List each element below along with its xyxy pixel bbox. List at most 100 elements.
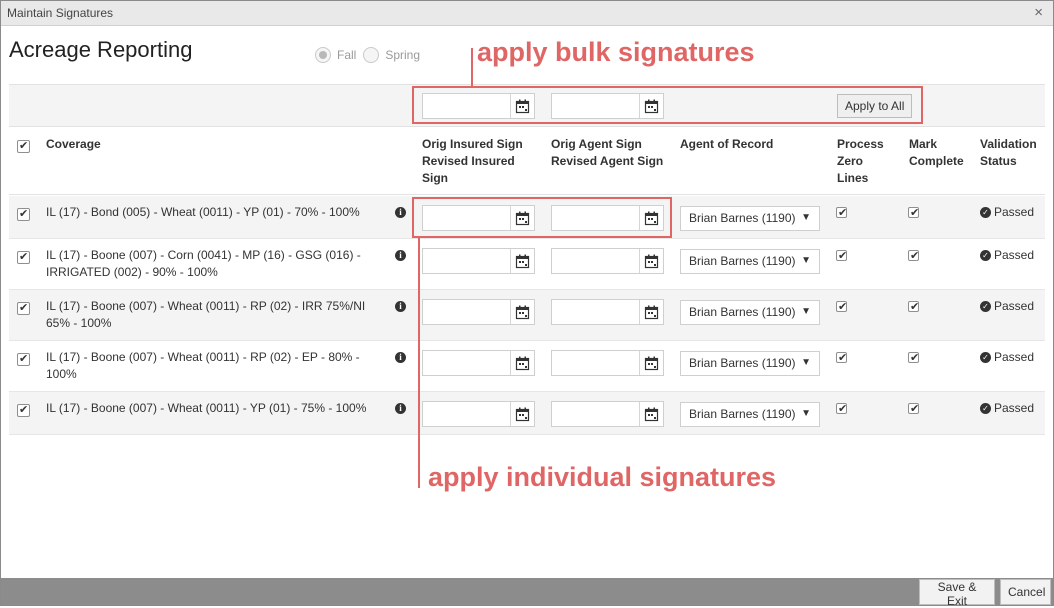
table-row: IL (17) - Boone (007) - Wheat (0011) - R… bbox=[9, 290, 1045, 341]
spring-radio-label: Spring bbox=[385, 48, 421, 62]
mark-complete-checkbox[interactable] bbox=[908, 402, 919, 415]
calendar-icon[interactable] bbox=[639, 249, 663, 273]
chevron-down-icon: ▼ bbox=[801, 306, 811, 317]
individual-annotation-box bbox=[412, 197, 672, 238]
validation-status-text: Passed bbox=[994, 299, 1035, 313]
validation-status: ✓ Passed bbox=[980, 205, 1034, 219]
cancel-button[interactable]: Cancel bbox=[1000, 579, 1051, 605]
chevron-down-icon: ▼ bbox=[801, 255, 811, 266]
agent-sign-date-field[interactable] bbox=[551, 401, 664, 427]
agent-of-record-select[interactable]: Brian Barnes (1190) ▼ bbox=[680, 249, 820, 274]
agent-of-record-select[interactable]: Brian Barnes (1190) ▼ bbox=[680, 206, 820, 231]
select-all-checkbox[interactable] bbox=[17, 139, 30, 153]
process-zero-lines-checkbox[interactable] bbox=[836, 300, 847, 313]
mark-complete-header-line: Mark bbox=[909, 137, 938, 151]
close-icon[interactable]: × bbox=[1034, 5, 1043, 20]
mark-complete-checkbox[interactable] bbox=[908, 300, 919, 313]
insured-sign-date-field[interactable] bbox=[422, 350, 535, 376]
insured-sign-header-line: Revised Insured bbox=[422, 154, 515, 168]
info-icon[interactable]: i bbox=[395, 207, 406, 218]
coverage-cell: IL (17) - Boone (007) - Wheat (0011) - Y… bbox=[46, 400, 371, 417]
insured-sign-date-field[interactable] bbox=[422, 401, 535, 427]
check-circle-icon: ✓ bbox=[980, 351, 991, 363]
info-icon[interactable]: i bbox=[395, 301, 406, 312]
calendar-icon[interactable] bbox=[510, 249, 534, 273]
process-zero-header-line: Zero bbox=[837, 154, 864, 168]
insured-sign-date-field[interactable] bbox=[422, 248, 535, 274]
coverage-text-line: IL (17) - Boone (007) - Wheat (0011) - Y… bbox=[46, 401, 367, 415]
info-icon[interactable]: i bbox=[395, 403, 406, 414]
insured-sign-header-line: Orig Insured Sign bbox=[422, 137, 523, 151]
agent-sign-column-header: Orig Agent Sign Revised Agent Sign bbox=[551, 136, 663, 170]
coverage-text-line: IL (17) - Bond (005) - Wheat (0011) - YP… bbox=[46, 205, 360, 219]
coverage-text-line: IL (17) - Boone (007) - Wheat (0011) - R… bbox=[46, 299, 366, 313]
validation-status: ✓ Passed bbox=[980, 350, 1034, 364]
calendar-icon[interactable] bbox=[510, 402, 534, 426]
coverage-cell: IL (17) - Boone (007) - Wheat (0011) - R… bbox=[46, 298, 371, 332]
row-select-checkbox[interactable] bbox=[17, 352, 30, 366]
agent-sign-date-field[interactable] bbox=[551, 350, 664, 376]
mark-complete-checkbox[interactable] bbox=[908, 249, 919, 262]
agent-of-record-select[interactable]: Brian Barnes (1190) ▼ bbox=[680, 402, 820, 427]
validation-status-text: Passed bbox=[994, 205, 1035, 219]
coverage-cell: IL (17) - Boone (007) - Corn (0041) - MP… bbox=[46, 247, 371, 281]
mark-complete-header-line: Complete bbox=[909, 154, 964, 168]
agent-sign-date-field[interactable] bbox=[551, 299, 664, 325]
insured-sign-date-input[interactable] bbox=[423, 351, 511, 375]
agent-of-record-select[interactable]: Brian Barnes (1190) ▼ bbox=[680, 351, 820, 376]
agent-sign-date-input[interactable] bbox=[552, 351, 640, 375]
process-zero-header-line: Process bbox=[837, 137, 884, 151]
insured-sign-header-line: Sign bbox=[422, 171, 448, 185]
info-icon[interactable]: i bbox=[395, 352, 406, 363]
process-zero-lines-checkbox[interactable] bbox=[836, 206, 847, 219]
dialog-title: Maintain Signatures bbox=[7, 6, 114, 20]
individual-annotation-leader bbox=[418, 238, 420, 488]
chevron-down-icon: ▼ bbox=[801, 212, 811, 223]
insured-sign-date-input[interactable] bbox=[423, 249, 511, 273]
save-exit-button[interactable]: Save & Exit bbox=[919, 579, 995, 608]
agent-of-record-select[interactable]: Brian Barnes (1190) ▼ bbox=[680, 300, 820, 325]
calendar-icon[interactable] bbox=[510, 351, 534, 375]
table-row: IL (17) - Boone (007) - Wheat (0011) - R… bbox=[9, 341, 1045, 392]
calendar-icon[interactable] bbox=[639, 351, 663, 375]
validation-status: ✓ Passed bbox=[980, 248, 1034, 262]
process-zero-lines-checkbox[interactable] bbox=[836, 402, 847, 415]
agent-sign-date-field[interactable] bbox=[551, 248, 664, 274]
page-title: Acreage Reporting bbox=[9, 37, 193, 62]
calendar-icon[interactable] bbox=[639, 402, 663, 426]
mark-complete-column-header: Mark Complete bbox=[909, 136, 964, 170]
fall-radio-label: Fall bbox=[337, 48, 357, 62]
validation-status-header-line: Validation bbox=[980, 137, 1037, 151]
mark-complete-checkbox[interactable] bbox=[908, 206, 919, 219]
season-radio-group: Fall Spring bbox=[315, 47, 423, 63]
agent-of-record-value: Brian Barnes (1190) bbox=[689, 211, 796, 225]
process-zero-header-line: Lines bbox=[837, 171, 869, 185]
spring-radio[interactable] bbox=[363, 47, 380, 63]
coverage-column-header: Coverage bbox=[46, 137, 101, 151]
agent-sign-date-input[interactable] bbox=[552, 300, 640, 324]
chevron-down-icon: ▼ bbox=[801, 408, 811, 419]
calendar-icon[interactable] bbox=[510, 300, 534, 324]
row-select-checkbox[interactable] bbox=[17, 250, 30, 264]
insured-sign-date-input[interactable] bbox=[423, 300, 511, 324]
row-select-checkbox[interactable] bbox=[17, 207, 30, 221]
fall-radio[interactable] bbox=[315, 47, 331, 63]
process-zero-lines-checkbox[interactable] bbox=[836, 249, 847, 262]
coverage-cell: IL (17) - Bond (005) - Wheat (0011) - YP… bbox=[46, 204, 371, 221]
check-circle-icon: ✓ bbox=[980, 300, 991, 312]
process-zero-lines-checkbox[interactable] bbox=[836, 351, 847, 364]
calendar-icon[interactable] bbox=[639, 300, 663, 324]
agent-sign-date-input[interactable] bbox=[552, 249, 640, 273]
agent-of-record-value: Brian Barnes (1190) bbox=[689, 407, 796, 421]
mark-complete-checkbox[interactable] bbox=[908, 351, 919, 364]
agent-sign-header-line: Revised Agent Sign bbox=[551, 154, 664, 168]
info-icon[interactable]: i bbox=[395, 250, 406, 261]
insured-sign-date-input[interactable] bbox=[423, 402, 511, 426]
coverage-cell: IL (17) - Boone (007) - Wheat (0011) - R… bbox=[46, 349, 371, 383]
coverage-text-line: IL (17) - Boone (007) - Wheat (0011) - R… bbox=[46, 350, 360, 364]
row-select-checkbox[interactable] bbox=[17, 403, 30, 417]
row-select-checkbox[interactable] bbox=[17, 301, 30, 315]
agent-sign-date-input[interactable] bbox=[552, 402, 640, 426]
coverage-text-line: IL (17) - Boone (007) - Corn (0041) - MP… bbox=[46, 248, 361, 262]
insured-sign-date-field[interactable] bbox=[422, 299, 535, 325]
